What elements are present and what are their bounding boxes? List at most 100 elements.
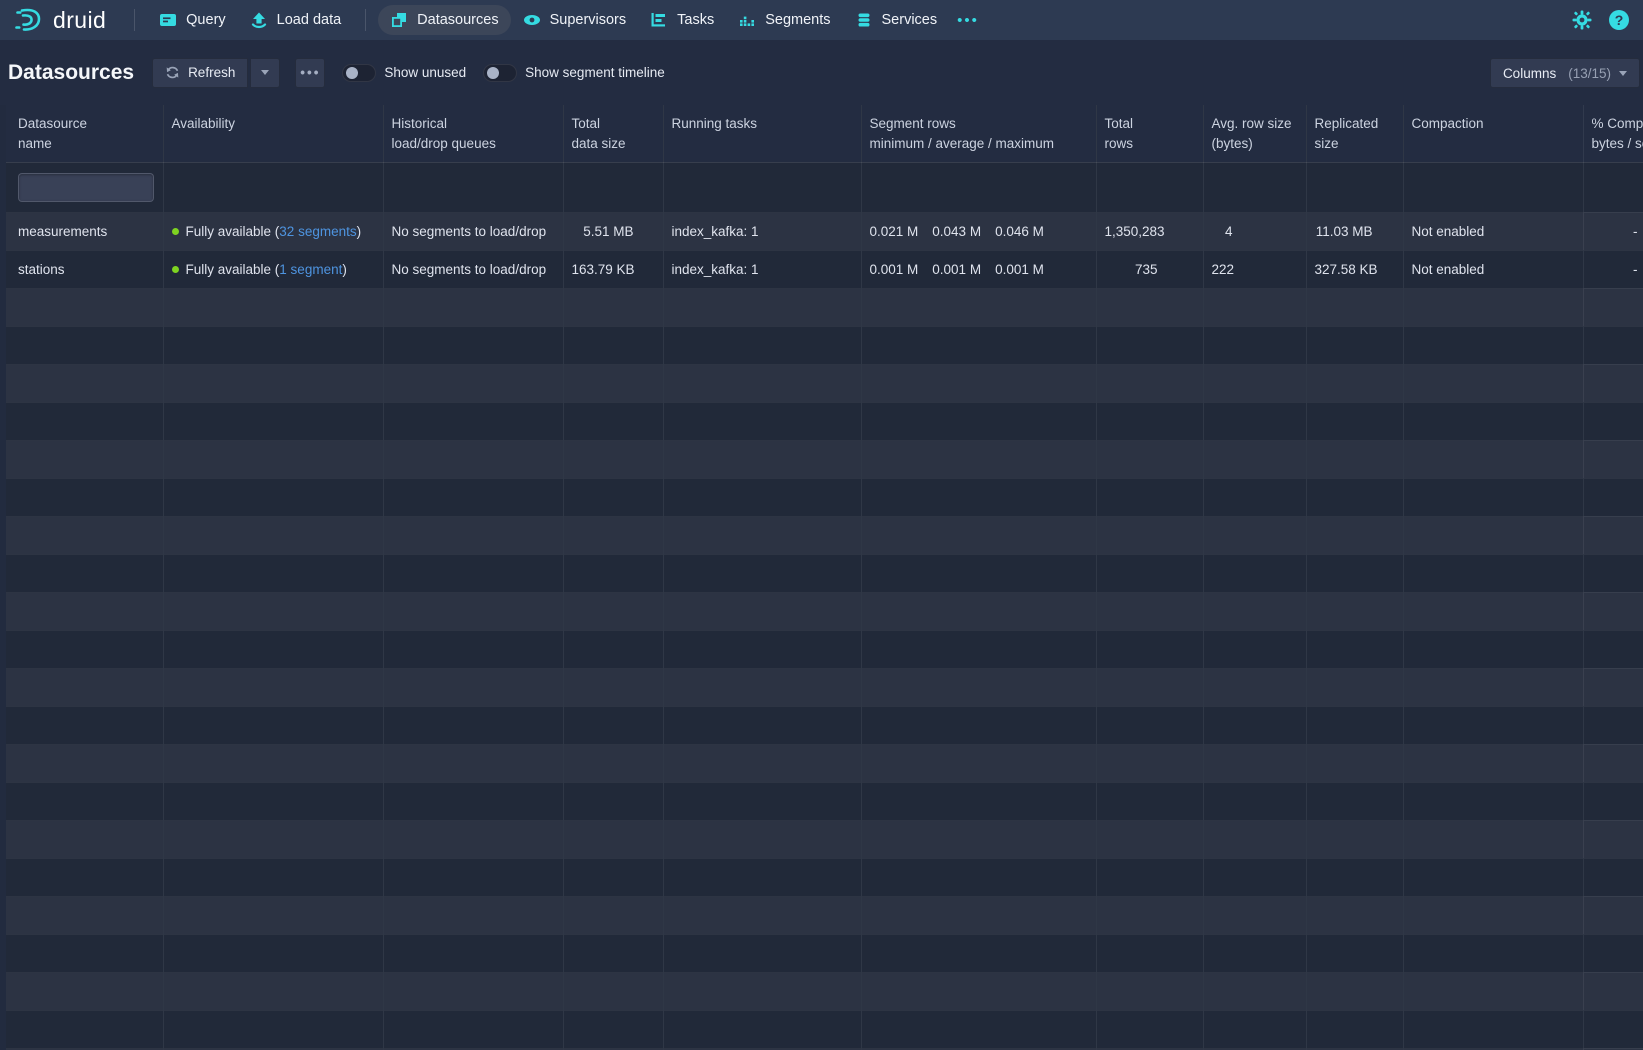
load-data-icon [250, 11, 268, 29]
nav-item-services[interactable]: Services [843, 5, 950, 35]
nav-item-label: Tasks [677, 12, 714, 28]
nav-item-segments[interactable]: Segments [726, 5, 842, 35]
services-database-icon [855, 11, 873, 29]
table-row-empty [6, 706, 1643, 744]
table-row-empty [6, 858, 1643, 896]
nav-item-label: Query [186, 12, 226, 28]
col-header-running-tasks[interactable]: Running tasks [663, 105, 861, 162]
load-drop-cell: No segments to load/drop [383, 212, 563, 250]
segments-chart-icon [738, 11, 756, 29]
table-row-empty [6, 896, 1643, 934]
toggle-label: Show unused [384, 65, 466, 80]
refresh-dropdown-button[interactable] [250, 58, 280, 88]
table-row-measurements: measurements Fully available (32 segment… [6, 212, 1643, 250]
table-row-empty [6, 1010, 1643, 1048]
columns-selector-button[interactable]: Columns(13/15) [1490, 58, 1640, 88]
col-header-availability[interactable]: Availability [163, 105, 383, 162]
replicated-size-cell: 11.03 MB [1306, 212, 1403, 250]
table-row-empty [6, 820, 1643, 858]
col-header-avg-row-size[interactable]: Avg. row size(bytes) [1203, 105, 1306, 162]
nav-item-label: Datasources [417, 12, 498, 28]
refresh-button[interactable]: Refresh [152, 58, 248, 88]
running-tasks-cell: index_kafka: 1 [663, 212, 861, 250]
druid-logo-icon [14, 5, 44, 35]
toggle-knob [487, 67, 499, 79]
more-actions-button[interactable]: ••• [295, 58, 325, 88]
nav-item-load-data[interactable]: Load data [238, 5, 354, 35]
refresh-label: Refresh [188, 65, 235, 80]
col-header-historical-queues[interactable]: Historicalload/drop queues [383, 105, 563, 162]
load-drop-cell: No segments to load/drop [383, 250, 563, 288]
table-row-empty [6, 326, 1643, 364]
tasks-gantt-icon [650, 11, 668, 29]
availability-cell: Fully available (1 segment) [163, 250, 383, 288]
show-segment-timeline-toggle[interactable]: Show segment timeline [483, 64, 665, 82]
col-header-compaction[interactable]: Compaction [1403, 105, 1583, 162]
compaction-cell: Not enabled [1403, 250, 1583, 288]
col-header-pct-compacted[interactable]: % Compabytes / se [1583, 105, 1643, 162]
page-title: Datasources [8, 61, 134, 85]
toggle-switch[interactable] [342, 64, 376, 82]
query-icon [159, 11, 177, 29]
supervisors-eye-icon [523, 11, 541, 29]
segments-count-link[interactable]: 1 segment [279, 262, 342, 277]
settings-gear-icon[interactable] [1571, 9, 1593, 31]
top-nav: druid Query Load data Da [0, 0, 1643, 40]
segment-rows-cell: 0.001 M0.001 M0.001 M [861, 250, 1096, 288]
nav-item-supervisors[interactable]: Supervisors [511, 5, 639, 35]
refresh-button-group: Refresh [152, 58, 280, 88]
nav-divider [365, 9, 366, 31]
toggle-knob [346, 67, 358, 79]
fully-available-dot [172, 228, 179, 235]
running-tasks-cell: index_kafka: 1 [663, 250, 861, 288]
nav-item-tasks[interactable]: Tasks [638, 5, 726, 35]
table-row-empty [6, 592, 1643, 630]
table-row-empty [6, 972, 1643, 1010]
nav-item-label: Services [882, 12, 938, 28]
availability-cell: Fully available (32 segments) [163, 212, 383, 250]
brand-text: druid [53, 7, 106, 34]
nav-divider [134, 9, 135, 31]
chevron-down-icon [261, 70, 269, 75]
col-header-segment-rows[interactable]: Segment rowsminimum / average / maximum [861, 105, 1096, 162]
table-row-empty [6, 288, 1643, 326]
col-header-total-rows[interactable]: Totalrows [1096, 105, 1203, 162]
nav-item-label: Supervisors [550, 12, 627, 28]
nav-item-label: Segments [765, 12, 830, 28]
toggle-switch[interactable] [483, 64, 517, 82]
compaction-cell: Not enabled [1403, 212, 1583, 250]
avg-row-size-cell: 222 [1203, 250, 1306, 288]
table-row-empty [6, 668, 1643, 706]
datasource-name-cell[interactable]: stations [6, 250, 163, 288]
segments-count-link[interactable]: 32 segments [279, 224, 356, 239]
segment-rows-cell: 0.021 M0.043 M0.046 M [861, 212, 1096, 250]
nav-item-datasources[interactable]: Datasources [378, 5, 510, 35]
table-row-empty [6, 516, 1643, 554]
pct-compacted-cell: - [1583, 212, 1643, 250]
table-row-stations: stations Fully available (1 segment) No … [6, 250, 1643, 288]
datasource-name-cell[interactable]: measurements [6, 212, 163, 250]
table-header-row: Datasourcename Availability Historicallo… [6, 105, 1643, 162]
col-header-replicated-size[interactable]: Replicatedsize [1306, 105, 1403, 162]
show-unused-toggle[interactable]: Show unused [342, 64, 466, 82]
help-icon[interactable]: ? [1609, 10, 1629, 30]
pct-compacted-cell: - [1583, 250, 1643, 288]
col-header-datasource-name[interactable]: Datasourcename [6, 105, 163, 162]
table-row-empty [6, 744, 1643, 782]
col-header-total-data-size[interactable]: Totaldata size [563, 105, 663, 162]
nav-more-button[interactable]: ••• [949, 6, 987, 35]
refresh-icon [165, 65, 180, 80]
total-rows-cell: 1,350,283 [1096, 212, 1203, 250]
druid-logo[interactable]: druid [14, 5, 106, 35]
table-row-empty [6, 554, 1643, 592]
total-data-size-cell: 163.79 KB [563, 250, 663, 288]
table-row-empty [6, 478, 1643, 516]
avg-row-size-cell: 4 [1203, 212, 1306, 250]
table-filter-row [6, 162, 1643, 212]
table-row-empty [6, 630, 1643, 668]
chevron-down-icon [1619, 71, 1627, 76]
total-rows-cell: 735 [1096, 250, 1203, 288]
total-data-size-cell: 5.51 MB [563, 212, 663, 250]
datasource-name-filter-input[interactable] [18, 173, 154, 202]
nav-item-query[interactable]: Query [147, 5, 238, 35]
